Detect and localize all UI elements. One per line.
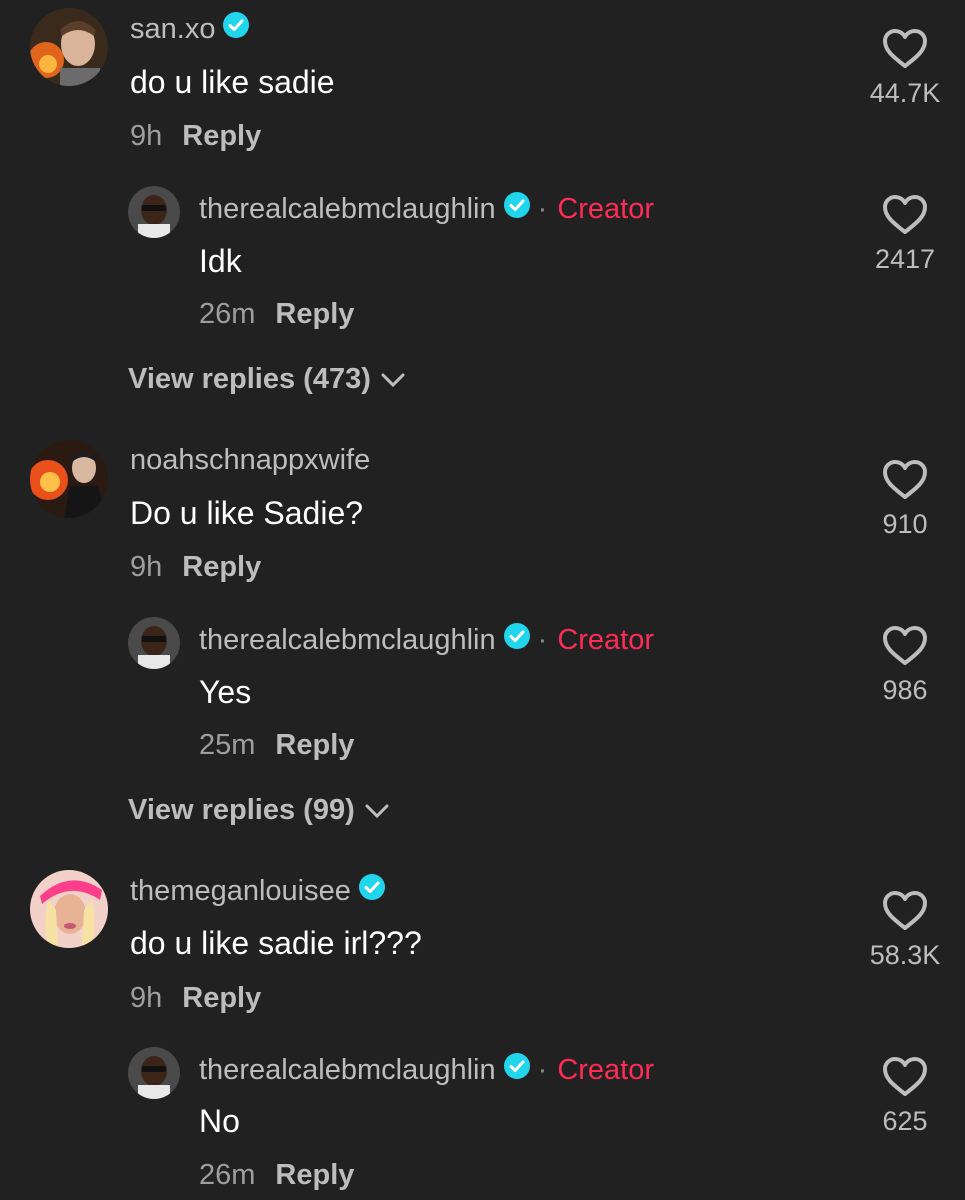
username-text: san.xo <box>130 12 216 45</box>
username-text: noahschnappxwife <box>130 444 371 476</box>
username-text: therealcalebmclaughlin <box>199 623 496 656</box>
view-replies-label: View replies (99) <box>128 794 355 826</box>
reply-meta: 26m Reply <box>199 298 354 331</box>
comment-time: 9h <box>130 120 163 152</box>
comment-time: 9h <box>130 982 163 1014</box>
heart-icon <box>883 891 927 930</box>
comment-username[interactable]: noahschnappxwife <box>130 444 370 477</box>
reply-time: 26m <box>199 298 256 330</box>
comment-meta: 9h Reply <box>130 120 261 153</box>
reply-text: No <box>199 1103 240 1139</box>
creator-badge: Creator <box>557 1053 655 1086</box>
like-count: 44.7K <box>869 78 941 108</box>
like-button[interactable]: 910 <box>850 459 960 540</box>
heart-icon <box>883 29 927 68</box>
comment-text: do u like sadie <box>130 64 335 100</box>
reply-username[interactable]: therealcalebmclaughlin · Creator <box>199 1053 654 1087</box>
like-count: 58.3K <box>869 940 941 970</box>
view-replies-button[interactable]: View replies (473) <box>128 363 405 396</box>
comment-meta: 9h Reply <box>130 982 261 1015</box>
reply-username[interactable]: therealcalebmclaughlin · Creator <box>199 623 654 657</box>
verified-icon <box>223 12 250 46</box>
heart-icon <box>883 1057 927 1096</box>
like-button[interactable]: 625 <box>850 1056 960 1137</box>
avatar[interactable] <box>128 1047 180 1099</box>
like-count: 986 <box>882 675 928 705</box>
reply-text: Yes <box>199 674 252 710</box>
reply-time: 26m <box>199 1159 256 1191</box>
reply-username[interactable]: therealcalebmclaughlin · Creator <box>199 192 654 226</box>
reply-button[interactable]: Reply <box>275 1159 354 1191</box>
separator-dot: · <box>537 623 548 656</box>
verified-icon <box>503 1053 530 1087</box>
reply-meta: 25m Reply <box>199 729 354 762</box>
creator-badge: Creator <box>557 623 655 656</box>
username-text: therealcalebmclaughlin <box>199 1053 496 1086</box>
comment-meta: 9h Reply <box>130 551 261 584</box>
comment-time: 9h <box>130 551 163 583</box>
avatar[interactable] <box>30 870 108 948</box>
comment-username[interactable]: san.xo <box>130 12 250 46</box>
username-text: therealcalebmclaughlin <box>199 192 496 225</box>
like-count: 2417 <box>874 244 936 274</box>
separator-dot: · <box>537 1053 548 1086</box>
reply-button[interactable]: Reply <box>275 729 354 761</box>
reply-button[interactable]: Reply <box>182 551 261 583</box>
comment-text: do u like sadie irl??? <box>130 925 422 961</box>
reply-time: 25m <box>199 729 256 761</box>
verified-icon <box>503 192 530 226</box>
separator-dot: · <box>537 192 548 225</box>
chevron-down-icon <box>365 804 389 818</box>
heart-icon <box>883 460 927 499</box>
reply-text: Idk <box>199 243 242 279</box>
username-text: themeganlouisee <box>130 874 351 907</box>
avatar[interactable] <box>128 617 180 669</box>
like-button[interactable]: 986 <box>850 625 960 706</box>
reply-button[interactable]: Reply <box>182 982 261 1014</box>
creator-badge: Creator <box>557 192 655 225</box>
like-button[interactable]: 58.3K <box>850 890 960 971</box>
reply-button[interactable]: Reply <box>275 298 354 330</box>
verified-icon <box>358 874 385 908</box>
like-count: 910 <box>882 509 928 539</box>
reply-meta: 26m Reply <box>199 1159 354 1192</box>
comment-text: Do u like Sadie? <box>130 495 364 531</box>
reply-button[interactable]: Reply <box>182 120 261 152</box>
verified-icon <box>503 623 530 657</box>
avatar[interactable] <box>128 186 180 238</box>
like-button[interactable]: 2417 <box>850 194 960 275</box>
view-replies-button[interactable]: View replies (99) <box>128 794 389 827</box>
comment-username[interactable]: themeganlouisee <box>130 874 385 908</box>
view-replies-label: View replies (473) <box>128 363 371 395</box>
avatar[interactable] <box>30 8 108 86</box>
chevron-down-icon <box>381 373 405 387</box>
like-button[interactable]: 44.7K <box>850 28 960 109</box>
heart-icon <box>883 195 927 234</box>
like-count: 625 <box>882 1106 928 1136</box>
heart-icon <box>883 626 927 665</box>
avatar[interactable] <box>30 440 108 518</box>
